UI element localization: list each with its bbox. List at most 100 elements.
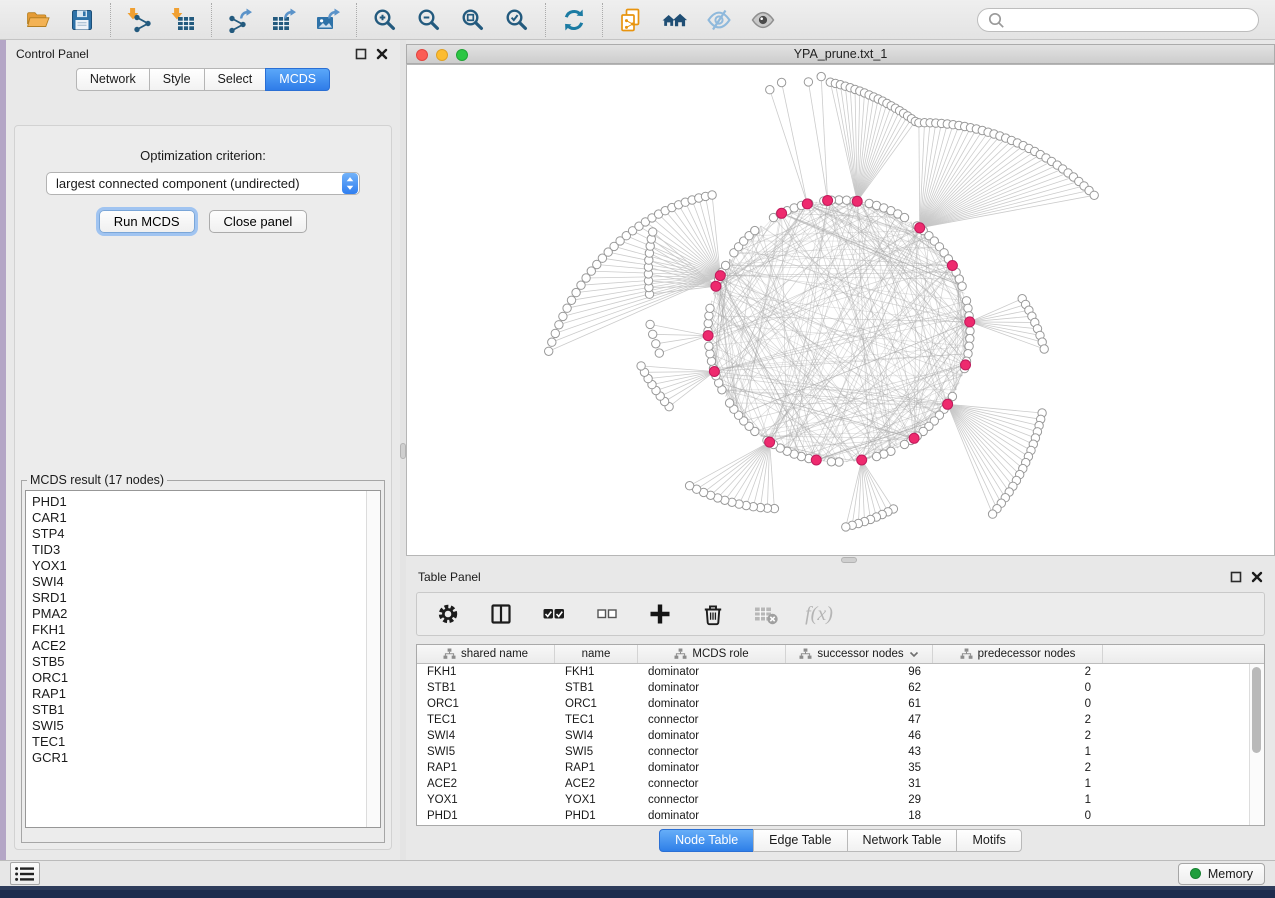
- list-item[interactable]: SRD1: [32, 590, 380, 606]
- table-row[interactable]: RAP1RAP1dominator352: [417, 760, 1250, 776]
- memory-button[interactable]: Memory: [1178, 863, 1265, 885]
- table-row[interactable]: STB1STB1dominator620: [417, 680, 1250, 696]
- column-header-predecessor-nodes[interactable]: predecessor nodes: [933, 645, 1103, 663]
- cell-shared-name: PHD1: [417, 810, 555, 822]
- list-item[interactable]: STB5: [32, 654, 380, 670]
- tab-edge-table[interactable]: Edge Table: [753, 829, 847, 852]
- table-row[interactable]: SWI4SWI4dominator462: [417, 728, 1250, 744]
- search-box[interactable]: [977, 8, 1259, 32]
- sort-chevron-icon: [909, 651, 919, 658]
- close-panel-icon[interactable]: [1251, 571, 1263, 583]
- list-item[interactable]: RAP1: [32, 686, 380, 702]
- list-item[interactable]: FKH1: [32, 622, 380, 638]
- list-item[interactable]: CAR1: [32, 510, 380, 526]
- search-input[interactable]: [1011, 12, 1249, 28]
- window-zoom-light[interactable]: [456, 49, 468, 61]
- table-row[interactable]: YOX1YOX1connector291: [417, 792, 1250, 808]
- list-item[interactable]: STP4: [32, 526, 380, 542]
- add-column-button[interactable]: [647, 601, 673, 627]
- list-item[interactable]: SWI4: [32, 574, 380, 590]
- export-table-icon: [271, 7, 297, 33]
- save-session-button[interactable]: [67, 5, 97, 35]
- close-panel-button[interactable]: Close panel: [209, 210, 308, 233]
- list-item[interactable]: STB1: [32, 702, 380, 718]
- cell-mcds-role: dominator: [638, 762, 786, 774]
- open-file-button[interactable]: [23, 5, 53, 35]
- cell-mcds-role: dominator: [638, 810, 786, 822]
- list-item[interactable]: SWI5: [32, 718, 380, 734]
- tab-select[interactable]: Select: [204, 68, 267, 91]
- table-row[interactable]: FKH1FKH1dominator962: [417, 664, 1250, 680]
- tab-style[interactable]: Style: [149, 68, 205, 91]
- mcds-result-list[interactable]: PHD1CAR1STP4TID3YOX1SWI4SRD1PMA2FKH1ACE2…: [25, 490, 381, 828]
- criterion-select[interactable]: largest connected component (undirected): [46, 172, 360, 195]
- tab-network[interactable]: Network: [76, 68, 150, 91]
- float-panel-icon[interactable]: [355, 48, 367, 60]
- columns-icon: [488, 601, 514, 627]
- cell-shared-name: YOX1: [417, 794, 555, 806]
- list-item[interactable]: ORC1: [32, 670, 380, 686]
- list-item[interactable]: PHD1: [32, 494, 380, 510]
- table-row[interactable]: ACE2ACE2connector311: [417, 776, 1250, 792]
- splitter-handle[interactable]: [841, 557, 857, 563]
- column-header-MCDS-role[interactable]: MCDS role: [638, 645, 786, 663]
- table-row[interactable]: TEC1TEC1connector472: [417, 712, 1250, 728]
- cell-predecessor-nodes: 1: [933, 746, 1103, 758]
- export-table-button[interactable]: [269, 5, 299, 35]
- close-panel-icon[interactable]: [376, 48, 388, 60]
- horizontal-splitter[interactable]: [406, 556, 1275, 564]
- zoom-out-button[interactable]: [414, 5, 444, 35]
- tab-node-table[interactable]: Node Table: [659, 829, 754, 852]
- tab-motifs[interactable]: Motifs: [956, 829, 1021, 852]
- list-item[interactable]: TID3: [32, 542, 380, 558]
- table-row[interactable]: SWI5SWI5connector431: [417, 744, 1250, 760]
- cell-shared-name: ACE2: [417, 778, 555, 790]
- import-network-button[interactable]: [124, 5, 154, 35]
- split-view-button[interactable]: [488, 601, 514, 627]
- list-item[interactable]: TEC1: [32, 734, 380, 750]
- scrollbar-thumb[interactable]: [1252, 667, 1261, 753]
- refresh-view-button[interactable]: [559, 5, 589, 35]
- column-header-successor-nodes[interactable]: successor nodes: [786, 645, 933, 663]
- duplicate-network-button[interactable]: [616, 5, 646, 35]
- network-view[interactable]: [406, 64, 1275, 556]
- list-item[interactable]: YOX1: [32, 558, 380, 574]
- folder-open-icon: [25, 7, 51, 33]
- table-settings-button[interactable]: [435, 601, 461, 627]
- show-panels-button[interactable]: [10, 862, 40, 885]
- column-header-name[interactable]: name: [555, 645, 638, 663]
- zoom-in-button[interactable]: [370, 5, 400, 35]
- table-body: FKH1FKH1dominator962STB1STB1dominator620…: [417, 664, 1250, 825]
- deselect-all-rows-button[interactable]: [594, 601, 620, 627]
- window-minimize-light[interactable]: [436, 49, 448, 61]
- export-network-button[interactable]: [225, 5, 255, 35]
- column-header-shared-name[interactable]: shared name: [417, 645, 555, 663]
- tab-network-table[interactable]: Network Table: [847, 829, 958, 852]
- show-all-button[interactable]: [748, 5, 778, 35]
- float-panel-icon[interactable]: [1230, 571, 1242, 583]
- zoom-fit-button[interactable]: [458, 5, 488, 35]
- desktop-background: [0, 886, 1275, 898]
- cell-successor-nodes: 18: [786, 810, 933, 822]
- export-image-button[interactable]: [313, 5, 343, 35]
- tab-mcds[interactable]: MCDS: [265, 68, 330, 91]
- list-scrollbar[interactable]: [366, 491, 380, 827]
- table-row[interactable]: ORC1ORC1dominator610: [417, 696, 1250, 712]
- mcds-tab-content: Optimization criterion: largest connecte…: [14, 125, 392, 850]
- list-item[interactable]: ACE2: [32, 638, 380, 654]
- cell-mcds-role: dominator: [638, 682, 786, 694]
- run-mcds-button[interactable]: Run MCDS: [99, 210, 195, 233]
- table-row[interactable]: PHD1PHD1dominator180: [417, 808, 1250, 824]
- select-all-rows-button[interactable]: [541, 601, 567, 627]
- table-scrollbar[interactable]: [1249, 664, 1264, 825]
- hide-selected-button[interactable]: [704, 5, 734, 35]
- first-neighbors-button[interactable]: [660, 5, 690, 35]
- network-canvas[interactable]: [407, 65, 1274, 555]
- zoom-selected-button[interactable]: [502, 5, 532, 35]
- import-table-button[interactable]: [168, 5, 198, 35]
- list-item[interactable]: PMA2: [32, 606, 380, 622]
- window-close-light[interactable]: [416, 49, 428, 61]
- trash-icon: [700, 601, 726, 627]
- delete-column-button[interactable]: [700, 601, 726, 627]
- list-item[interactable]: GCR1: [32, 750, 380, 766]
